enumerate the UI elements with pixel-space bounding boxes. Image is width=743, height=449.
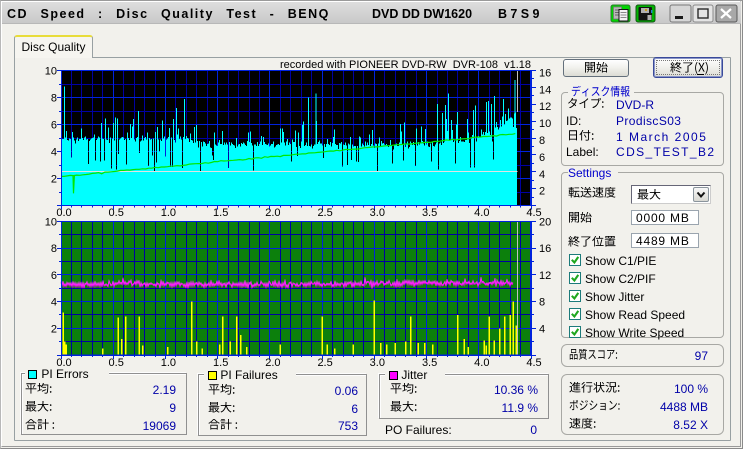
svg-text:4: 4 <box>51 147 57 159</box>
svg-text:3.5: 3.5 <box>422 207 437 219</box>
svg-text:4.0: 4.0 <box>474 357 489 369</box>
svg-text:2: 2 <box>51 174 57 186</box>
svg-text:16: 16 <box>539 243 551 255</box>
svg-text:2.5: 2.5 <box>317 207 332 219</box>
svg-text:6: 6 <box>51 270 57 282</box>
svg-text:1.0: 1.0 <box>161 357 176 369</box>
svg-text:1.5: 1.5 <box>213 207 228 219</box>
svg-text:recorded with PIONEER DVD-RW: recorded with PIONEER DVD-RW DVR-108 v1.… <box>280 59 531 71</box>
svg-text:6: 6 <box>539 152 545 164</box>
svg-text:14: 14 <box>539 84 551 96</box>
svg-text:1.0: 1.0 <box>161 207 176 219</box>
svg-text:4.0: 4.0 <box>474 207 489 219</box>
svg-text:8: 8 <box>51 243 57 255</box>
svg-text:10: 10 <box>539 118 551 130</box>
svg-text:4: 4 <box>539 169 545 181</box>
svg-text:4.5: 4.5 <box>526 357 541 369</box>
svg-text:4: 4 <box>539 323 545 335</box>
svg-text:3.0: 3.0 <box>370 207 385 219</box>
svg-text:2: 2 <box>539 186 545 198</box>
svg-text:12: 12 <box>539 101 551 113</box>
svg-text:8: 8 <box>539 135 545 147</box>
svg-text:3.0: 3.0 <box>370 357 385 369</box>
svg-text:10: 10 <box>45 217 57 229</box>
svg-text:2.0: 2.0 <box>265 207 280 219</box>
svg-text:10: 10 <box>45 66 57 78</box>
svg-text:4: 4 <box>51 297 57 309</box>
svg-text:8: 8 <box>539 297 545 309</box>
svg-text:0.5: 0.5 <box>109 207 124 219</box>
svg-text:6: 6 <box>51 120 57 132</box>
svg-text:16: 16 <box>539 68 551 80</box>
svg-text:0.0: 0.0 <box>56 207 71 219</box>
svg-text:0.5: 0.5 <box>109 357 124 369</box>
svg-text:12: 12 <box>539 270 551 282</box>
svg-text:2.5: 2.5 <box>317 357 332 369</box>
svg-text:8: 8 <box>51 93 57 105</box>
svg-text:2: 2 <box>51 323 57 335</box>
svg-text:20: 20 <box>539 217 551 229</box>
